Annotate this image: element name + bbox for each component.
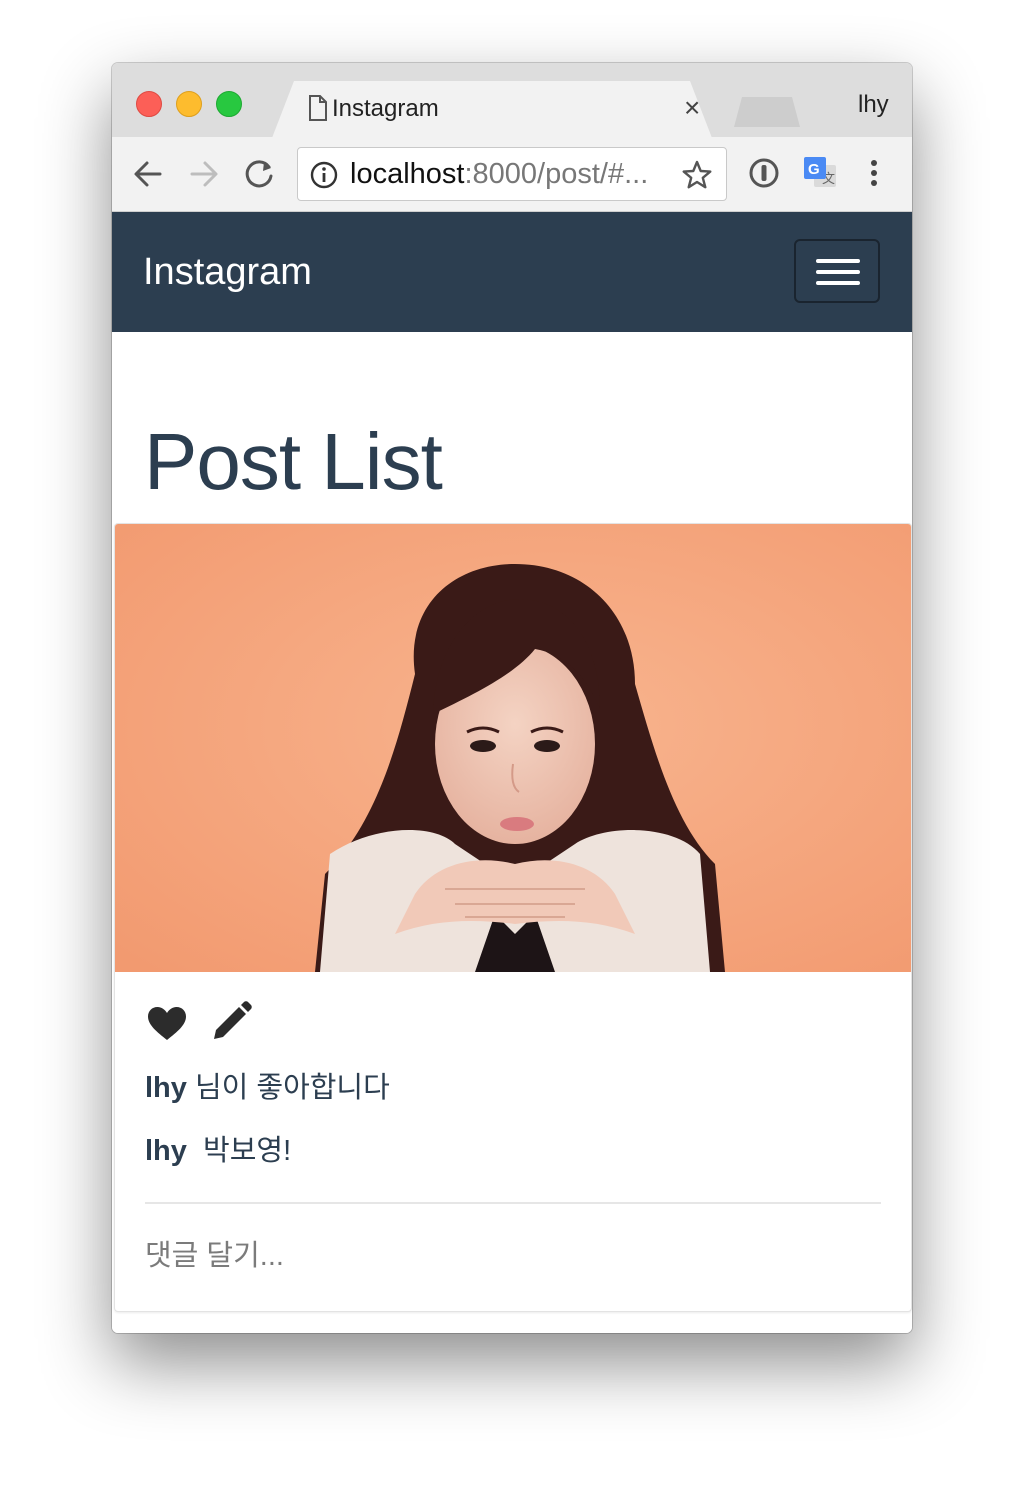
profile-name[interactable]: lhy — [858, 91, 889, 119]
page-title: Post List — [144, 417, 443, 506]
post-card: lhy 님이 좋아합니다 lhy 박보영! — [114, 523, 912, 1312]
like-username[interactable]: lhy — [145, 1072, 187, 1104]
address-bar[interactable]: localhost:8000/post/#... — [297, 147, 727, 201]
svg-text:G: G — [808, 161, 820, 178]
browser-tab[interactable]: Instagram × — [272, 81, 712, 138]
comment-input[interactable] — [145, 1232, 881, 1280]
post-image — [115, 524, 911, 972]
divider — [145, 1202, 881, 1204]
browser-window: Instagram × lhy localhost:8000/post/#...… — [112, 63, 912, 1333]
forward-arrow-icon[interactable] — [188, 159, 220, 194]
more-vert-icon[interactable] — [866, 157, 882, 194]
web-page: Instagram Post List lhy 님이 좋아합니다 lhy 박보영… — [112, 212, 912, 1333]
browser-toolbar: localhost:8000/post/#... 文 G — [112, 137, 912, 212]
zoom-window-button[interactable] — [216, 91, 242, 117]
caption-text: 박보영! — [203, 1135, 292, 1167]
url-path: :8000/post/#... — [464, 158, 649, 190]
tab-close-icon[interactable]: × — [684, 93, 700, 123]
url-host: localhost — [350, 158, 465, 190]
post-caption: lhy 박보영! — [145, 1131, 291, 1171]
menu-icon — [816, 281, 860, 285]
navbar-brand[interactable]: Instagram — [143, 249, 312, 295]
menu-icon — [816, 259, 860, 263]
author-username[interactable]: lhy — [145, 1135, 187, 1167]
star-icon[interactable] — [682, 160, 712, 195]
navbar: Instagram — [112, 212, 912, 332]
document-icon — [308, 95, 328, 126]
tab-title: Instagram — [332, 95, 439, 122]
navbar-toggle-button[interactable] — [794, 239, 880, 303]
minimize-window-button[interactable] — [176, 91, 202, 117]
menu-icon — [816, 270, 860, 274]
google-translate-icon[interactable]: 文 G — [802, 155, 838, 196]
new-tab-button[interactable] — [734, 97, 800, 127]
back-arrow-icon[interactable] — [132, 159, 164, 194]
likes-suffix: 님이 좋아합니다 — [194, 1072, 390, 1104]
url-text: localhost:8000/post/#... — [350, 158, 648, 190]
password-manager-icon[interactable] — [748, 157, 780, 194]
pencil-icon[interactable] — [209, 1000, 253, 1049]
tab-strip: Instagram × lhy — [112, 63, 912, 138]
reload-icon[interactable] — [244, 159, 276, 194]
likes-text: lhy 님이 좋아합니다 — [145, 1068, 390, 1108]
info-icon[interactable] — [310, 161, 338, 194]
close-window-button[interactable] — [136, 91, 162, 117]
heart-icon[interactable] — [147, 1006, 187, 1047]
